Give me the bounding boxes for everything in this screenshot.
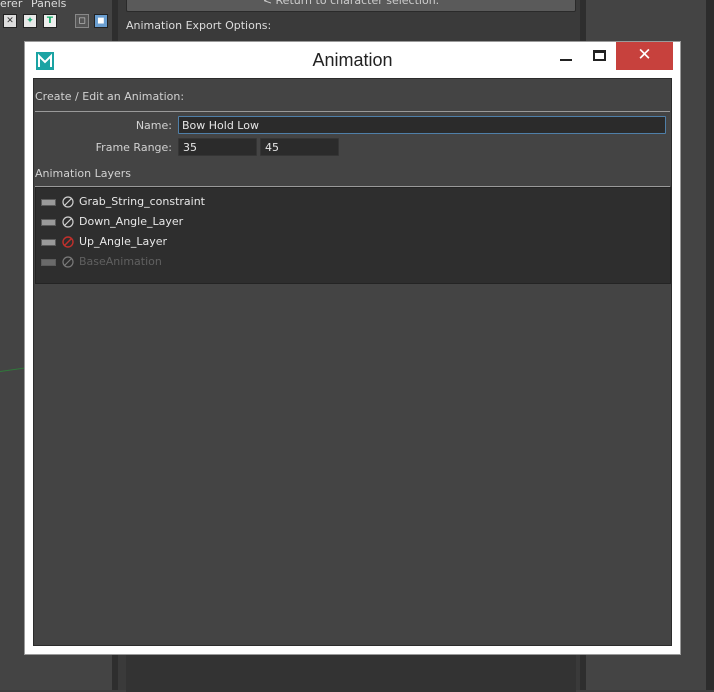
shaded-cube-icon[interactable]: ◼ — [94, 14, 108, 28]
close-button[interactable]: ✕ — [616, 42, 673, 70]
right-scroll-strip[interactable] — [706, 0, 714, 690]
layer-visibility-toggle[interactable] — [41, 239, 56, 246]
close-icon: ✕ — [637, 45, 652, 65]
panel-bottom-area — [126, 652, 576, 692]
layer-name: BaseAnimation — [79, 255, 162, 268]
mute-icon[interactable] — [62, 216, 74, 228]
separator — [35, 111, 670, 112]
layer-visibility-toggle[interactable] — [41, 259, 56, 266]
text-icon[interactable]: T — [43, 14, 57, 28]
layer-visibility-toggle[interactable] — [41, 199, 56, 206]
window-titlebar[interactable]: Animation ✕ — [25, 42, 680, 78]
frame-start-field[interactable] — [178, 138, 257, 156]
isolate-icon[interactable]: ✦ — [23, 14, 37, 28]
maximize-icon — [593, 50, 606, 61]
create-edit-label: Create / Edit an Animation: — [35, 90, 185, 103]
animation-editor-content: Create / Edit an Animation: Name: Frame … — [33, 78, 672, 646]
frame-range-label: Frame Range: — [95, 141, 172, 154]
animation-layers-list: Grab_String_constraint Down_Angle_Layer … — [35, 187, 671, 284]
xray-icon[interactable]: ✕ — [3, 14, 17, 28]
layer-row[interactable]: Up_Angle_Layer — [36, 234, 670, 252]
mute-active-icon[interactable] — [62, 236, 74, 248]
animation-window: Animation ✕ Create / Edit an Animation: … — [24, 41, 681, 655]
mute-icon[interactable] — [62, 196, 74, 208]
viewport-toolbar: ✕ ✦ T ◻ ◼ — [0, 12, 112, 32]
animation-layers-label: Animation Layers — [35, 167, 131, 180]
wireframe-cube-icon[interactable]: ◻ — [75, 14, 89, 28]
layer-name: Grab_String_constraint — [79, 195, 205, 208]
menu-renderer[interactable]: erer — [0, 0, 22, 10]
menu-panels[interactable]: Panels — [31, 0, 66, 10]
return-to-character-button[interactable]: < Return to character selection. — [126, 0, 576, 12]
layer-visibility-toggle[interactable] — [41, 219, 56, 226]
frame-end-field[interactable] — [260, 138, 339, 156]
export-options-label: Animation Export Options: — [126, 19, 272, 32]
minimize-icon — [560, 59, 572, 61]
layer-row[interactable]: Grab_String_constraint — [36, 194, 670, 212]
layer-name: Up_Angle_Layer — [79, 235, 168, 248]
layer-name: Down_Angle_Layer — [79, 215, 184, 228]
name-field[interactable] — [178, 116, 666, 134]
layer-row[interactable]: BaseAnimation — [36, 254, 670, 272]
viewport-menubar: erer Panels — [0, 0, 112, 12]
layer-row[interactable]: Down_Angle_Layer — [36, 214, 670, 232]
mute-icon[interactable] — [62, 256, 74, 268]
name-label: Name: — [135, 119, 172, 132]
